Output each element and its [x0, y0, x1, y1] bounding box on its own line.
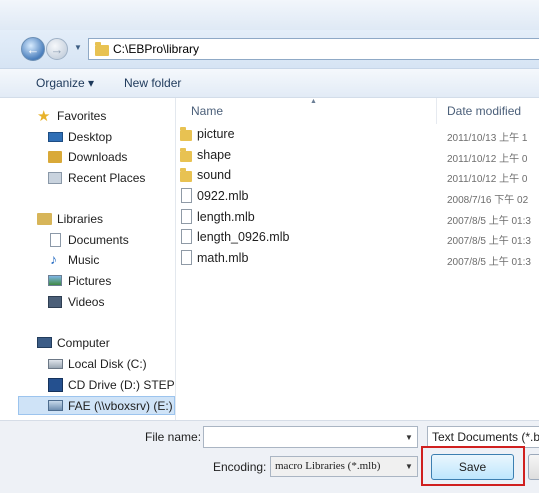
- file-name-combobox[interactable]: ▼: [203, 426, 418, 448]
- encoding-select[interactable]: macro Libraries (*.mlb) ▼: [270, 456, 418, 477]
- back-arrow-icon: ←: [26, 41, 40, 57]
- music-icon: ♪: [50, 251, 57, 267]
- file-name: sound: [197, 168, 232, 182]
- back-button[interactable]: ←: [21, 37, 45, 61]
- column-header-name[interactable]: Name: [191, 104, 223, 118]
- file-list: ▲ Name Date modified picture 2011/10/13 …: [176, 98, 539, 420]
- recent-places-icon: [48, 172, 62, 184]
- command-toolbar: Organize ▾ New folder: [0, 69, 539, 98]
- new-folder-button[interactable]: New folder: [124, 76, 181, 90]
- desktop-icon: [48, 132, 63, 142]
- nav-cd-drive[interactable]: CD Drive (D:) STEP 7: [0, 376, 184, 395]
- address-bar-area: ← → ▼ C:\EBPro\library: [0, 30, 539, 69]
- file-type-value: Text Documents (*.b: [432, 430, 539, 444]
- file-name-label: File name:: [145, 430, 202, 444]
- nav-desktop[interactable]: Desktop: [0, 128, 175, 147]
- folder-icon: [180, 127, 192, 141]
- list-item[interactable]: math.mlb 2007/8/5 上午 01:3: [176, 249, 539, 269]
- folder-icon: [180, 168, 192, 182]
- file-icon: [181, 209, 192, 224]
- address-field[interactable]: C:\EBPro\library: [88, 38, 539, 60]
- libraries-icon: [37, 213, 52, 225]
- nav-local-disk-label: Local Disk (C:): [68, 357, 147, 371]
- nav-music[interactable]: ♪ Music: [0, 251, 175, 270]
- nav-music-label: Music: [68, 253, 100, 267]
- nav-computer-label: Computer: [57, 336, 110, 350]
- file-icon: [181, 250, 192, 265]
- network-drive-icon: [48, 400, 63, 411]
- file-name: 0922.mlb: [197, 189, 249, 203]
- nav-downloads[interactable]: Downloads: [0, 148, 175, 167]
- file-date: 2011/10/12 上午 0: [447, 154, 528, 165]
- list-item[interactable]: length.mlb 2007/8/5 上午 01:3: [176, 208, 539, 228]
- file-icon: [181, 229, 192, 244]
- nav-documents-label: Documents: [68, 233, 129, 247]
- nav-favorites[interactable]: ★ Favorites: [0, 107, 175, 126]
- list-item[interactable]: 0922.mlb 2008/7/16 下午 02: [176, 187, 539, 207]
- nav-libraries[interactable]: Libraries: [0, 210, 175, 229]
- file-name: math.mlb: [197, 251, 249, 265]
- organize-button[interactable]: Organize ▾: [36, 76, 94, 90]
- nav-favorites-label: Favorites: [57, 109, 107, 123]
- nav-pictures[interactable]: Pictures: [0, 272, 175, 291]
- nav-videos[interactable]: Videos: [0, 293, 175, 312]
- nav-cd-drive-label: CD Drive (D:) STEP 7: [68, 378, 185, 392]
- star-icon: ★: [37, 108, 51, 125]
- list-item[interactable]: sound 2011/10/12 上午 0: [176, 166, 539, 186]
- nav-recent-places-label: Recent Places: [68, 171, 146, 185]
- documents-icon: [50, 233, 61, 247]
- cancel-button[interactable]: [528, 454, 539, 480]
- encoding-label: Encoding:: [213, 460, 267, 474]
- chevron-down-icon[interactable]: ▼: [401, 427, 417, 447]
- file-date: 2011/10/13 上午 1: [447, 133, 528, 144]
- file-date: 2007/8/5 上午 01:3: [447, 216, 531, 227]
- list-item[interactable]: shape 2011/10/12 上午 0: [176, 146, 539, 166]
- nav-network-drive[interactable]: FAE (\\vboxsrv) (E:): [18, 396, 175, 415]
- file-type-select[interactable]: Text Documents (*.b: [427, 426, 539, 448]
- videos-icon: [48, 296, 62, 308]
- pictures-icon: [48, 275, 62, 286]
- nav-computer[interactable]: Computer: [0, 334, 175, 353]
- file-icon: [181, 188, 192, 203]
- file-date: 2011/10/12 上午 0: [447, 174, 528, 185]
- encoding-value: macro Libraries (*.mlb): [275, 460, 381, 472]
- nav-documents[interactable]: Documents: [0, 231, 175, 250]
- file-name: shape: [197, 148, 232, 162]
- nav-network-drive-label: FAE (\\vboxsrv) (E:): [68, 399, 173, 413]
- file-date: 2007/8/5 上午 01:3: [447, 257, 531, 268]
- cd-drive-icon: [48, 378, 63, 392]
- forward-arrow-icon: →: [50, 41, 64, 57]
- file-date: 2007/8/5 上午 01:3: [447, 236, 531, 247]
- nav-desktop-label: Desktop: [68, 130, 113, 144]
- forward-button[interactable]: →: [46, 38, 68, 60]
- downloads-icon: [48, 151, 62, 163]
- list-item[interactable]: length_0926.mlb 2007/8/5 上午 01:3: [176, 228, 539, 248]
- nav-pictures-label: Pictures: [68, 274, 112, 288]
- file-name: picture: [197, 127, 235, 141]
- chevron-down-icon[interactable]: ▼: [401, 457, 417, 476]
- file-name: length.mlb: [197, 210, 255, 224]
- nav-downloads-label: Downloads: [68, 150, 128, 164]
- nav-local-disk[interactable]: Local Disk (C:): [0, 355, 175, 374]
- nav-libraries-label: Libraries: [57, 212, 104, 226]
- highlight-box: [421, 446, 525, 486]
- file-date: 2008/7/16 下午 02: [447, 195, 529, 206]
- folder-icon: [95, 42, 109, 56]
- column-header-date[interactable]: Date modified: [447, 104, 521, 118]
- hard-drive-icon: [48, 359, 63, 369]
- sort-ascending-icon: ▲: [310, 98, 317, 105]
- folder-icon: [180, 148, 192, 162]
- address-path: C:\EBPro\library: [113, 42, 200, 56]
- recent-locations-dropdown[interactable]: ▼: [73, 41, 83, 55]
- window-titlebar: [0, 0, 539, 30]
- list-item[interactable]: picture 2011/10/13 上午 1: [176, 125, 539, 145]
- navigation-pane: ★ Favorites Desktop Downloads Recent Pla…: [0, 98, 184, 420]
- column-divider[interactable]: [436, 98, 437, 124]
- nav-recent-places[interactable]: Recent Places: [0, 169, 175, 188]
- computer-icon: [37, 337, 52, 348]
- nav-videos-label: Videos: [68, 295, 105, 309]
- file-name: length_0926.mlb: [197, 230, 290, 244]
